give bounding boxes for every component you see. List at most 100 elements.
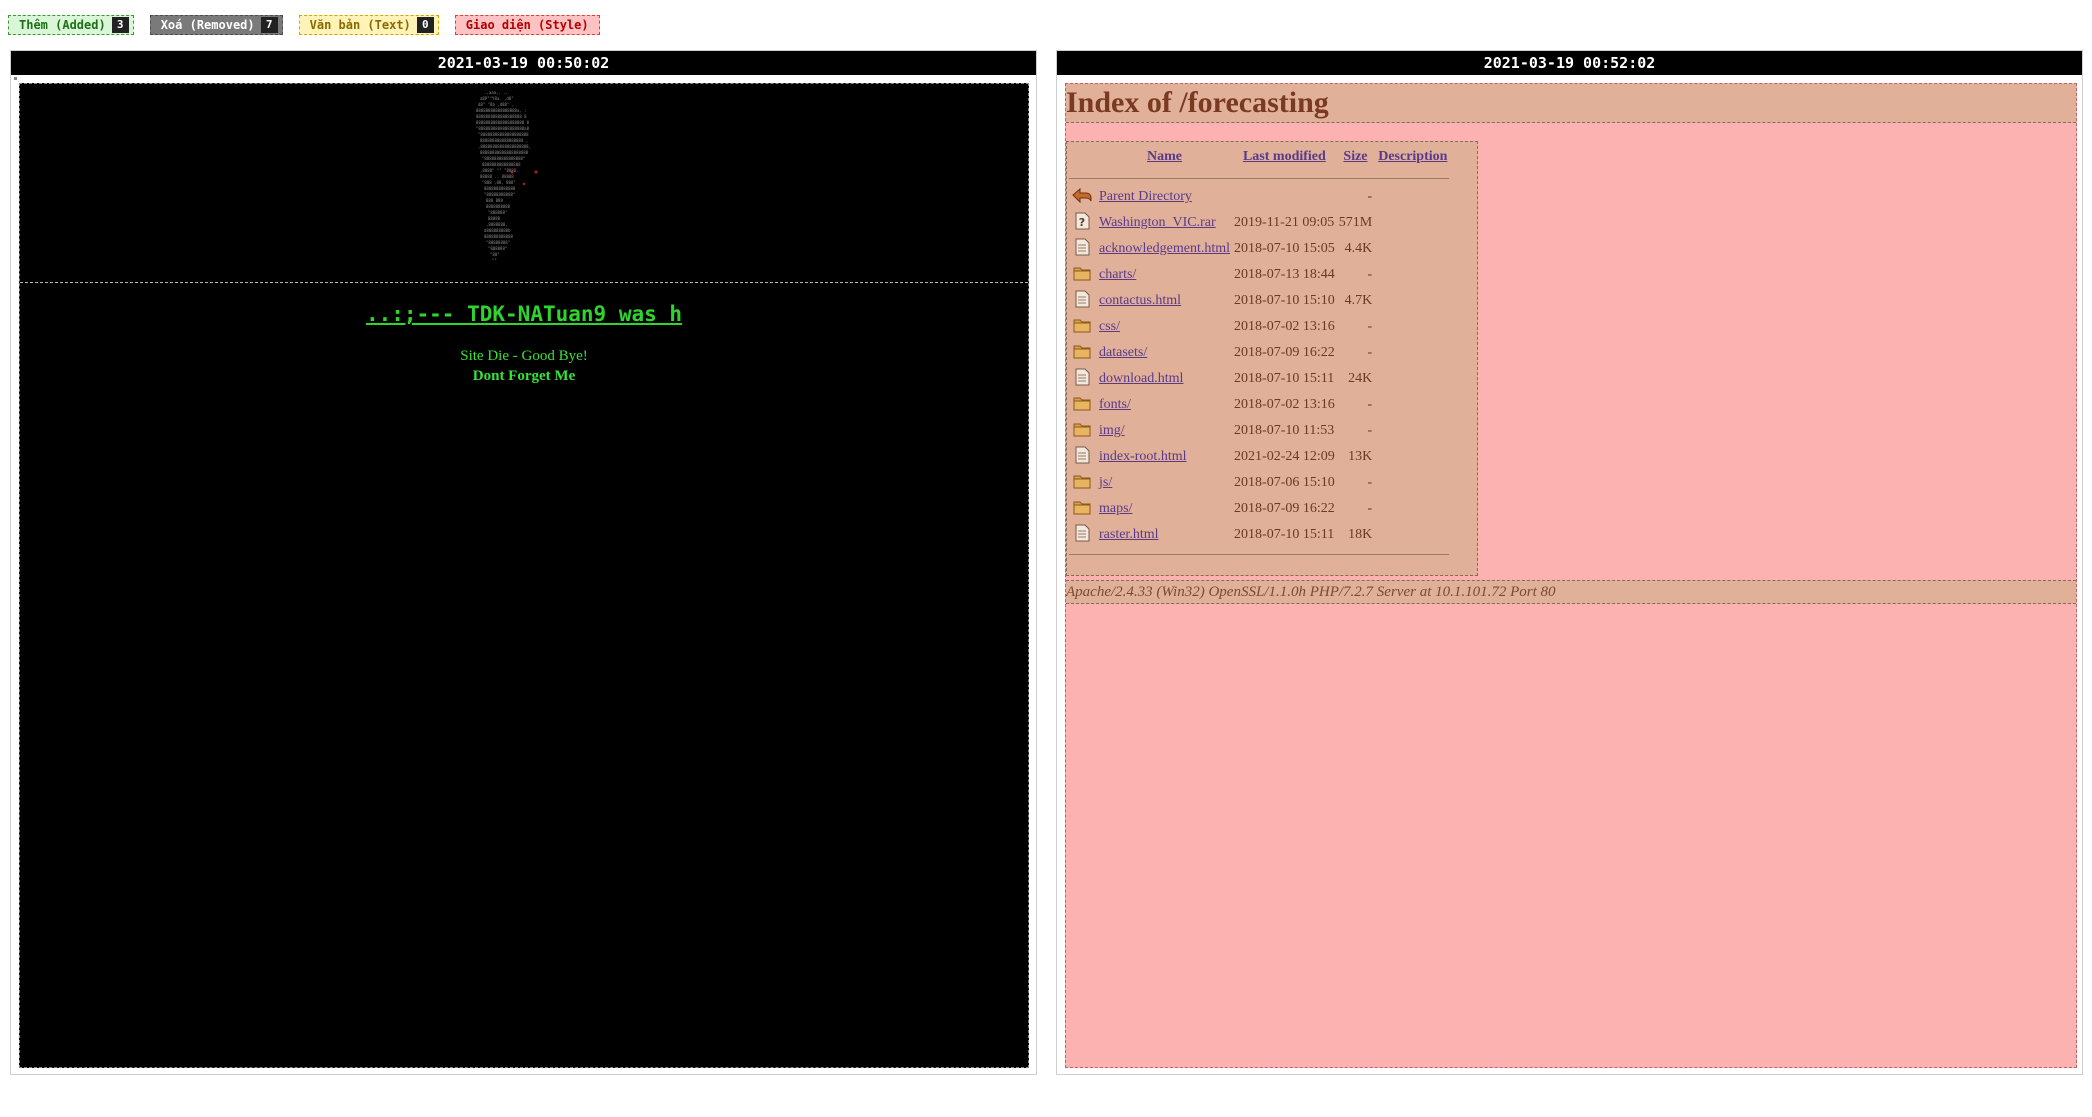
- file-link[interactable]: css/: [1099, 319, 1120, 334]
- svg-text:8888888888888: 8888888888888: [484, 186, 516, 191]
- file-table: Name Last modified Size Description Pare…: [1067, 142, 1451, 560]
- table-row: Parent Directory -: [1067, 184, 1451, 210]
- file-name-cell: download.html: [1097, 366, 1232, 392]
- svg-text:"888 ,88, 888": "888 ,88, 888": [482, 180, 516, 185]
- column-last-modified[interactable]: Last modified: [1232, 142, 1337, 172]
- legend-removed-label: Xoá (Removed): [160, 18, 255, 32]
- svg-text:888888888888888888 ,: 888888888888888888 ,: [480, 138, 528, 143]
- legend-style-badge: Giao diện (Style): [454, 15, 600, 35]
- svg-text:a8P""Y8a. ,d8": a8P""Y8a. ,d8": [480, 96, 514, 101]
- footer-divider-row: [1067, 548, 1451, 560]
- old-page-frame[interactable]: .,aaa,. ., a8P""Y8a. ,d8" d8" "8b ,d88" …: [19, 83, 1029, 1068]
- file-link[interactable]: maps/: [1099, 501, 1132, 516]
- svg-text:"": "": [492, 258, 497, 263]
- folder-icon: [1067, 470, 1097, 496]
- svg-text:"88888888": "88888888": [486, 240, 510, 245]
- description-cell: [1374, 236, 1451, 262]
- file-link[interactable]: Washington_VIC.rar: [1099, 215, 1216, 230]
- legend-text-label: Văn bản (Text): [309, 18, 411, 32]
- file-link[interactable]: contactus.html: [1099, 293, 1181, 308]
- ascii-art-area: .,aaa,. ., a8P""Y8a. ,d8" d8" "8b ,d88" …: [20, 84, 1028, 283]
- corner-marker: [14, 77, 17, 80]
- svg-text:88888: 88888: [488, 216, 501, 221]
- column-name[interactable]: Name: [1097, 142, 1232, 172]
- size-cell: -: [1367, 345, 1373, 360]
- file-link[interactable]: Parent Directory: [1099, 189, 1192, 204]
- svg-text:8888888888888888: 8888888888888888: [482, 162, 521, 167]
- file-link[interactable]: fonts/: [1099, 397, 1131, 412]
- description-cell: [1374, 184, 1451, 210]
- last-modified-cell: 2018-07-13 18:44: [1234, 267, 1335, 282]
- folder-icon: [1067, 496, 1097, 522]
- file-link[interactable]: index-root.html: [1099, 449, 1187, 464]
- snapshot-timestamp-new: 2021-03-19 00:52:02: [1057, 51, 2082, 75]
- size-cell: 13K: [1348, 449, 1373, 464]
- svg-text:"888888": "888888": [488, 246, 507, 251]
- svg-text:?: ?: [1079, 216, 1085, 229]
- table-row: download.html 2018-07-10 15:11 24K: [1067, 366, 1451, 392]
- description-cell: [1374, 418, 1451, 444]
- header-divider: [1069, 177, 1450, 179]
- back-arrow-icon: [1067, 184, 1097, 210]
- page-title: Index of /forecasting: [1066, 84, 2076, 123]
- file-link[interactable]: raster.html: [1099, 527, 1159, 542]
- table-row: raster.html 2018-07-10 15:11 18K: [1067, 522, 1451, 548]
- unknown-file-icon: ?: [1067, 210, 1097, 236]
- text-file-icon: [1067, 522, 1097, 548]
- legend-added-label: Thêm (Added): [19, 18, 106, 32]
- new-page-frame[interactable]: Index of /forecasting Name Last modified…: [1065, 83, 2077, 1068]
- size-cell: -: [1367, 189, 1373, 204]
- file-link[interactable]: img/: [1099, 423, 1125, 438]
- table-row: datasets/2018-07-09 16:22 -: [1067, 340, 1451, 366]
- table-row: css/2018-07-02 13:16 -: [1067, 314, 1451, 340]
- last-modified-cell: 2018-07-10 15:05: [1234, 241, 1335, 256]
- column-description[interactable]: Description: [1374, 142, 1451, 172]
- description-cell: [1374, 470, 1451, 496]
- last-modified-cell: 2018-07-09 16:22: [1234, 345, 1335, 360]
- legend-added-badge: Thêm (Added) 3: [8, 15, 134, 35]
- last-modified-cell: 2018-07-10 11:53: [1234, 423, 1335, 438]
- size-cell: 571M: [1338, 215, 1373, 230]
- icon-column-header: [1067, 142, 1097, 172]
- defacement-message: Site Die - Good Bye!: [460, 348, 588, 364]
- legend-added-count: 3: [111, 17, 129, 33]
- file-link[interactable]: acknowledgement.html: [1099, 241, 1230, 256]
- svg-text:88888888888888888a, :: 88888888888888888a, :: [476, 108, 527, 113]
- file-link[interactable]: charts/: [1099, 267, 1136, 282]
- last-modified-cell: 2018-07-02 13:16: [1234, 319, 1335, 334]
- diff-legend: Thêm (Added) 3 Xoá (Removed) 7 Văn bản (…: [8, 15, 600, 35]
- file-rows: Parent Directory -? Washington_VIC.rar 2019…: [1067, 184, 1451, 548]
- file-link[interactable]: datasets/: [1099, 345, 1147, 360]
- file-link[interactable]: js/: [1099, 475, 1112, 490]
- text-file-icon: [1067, 236, 1097, 262]
- table-row: fonts/2018-07-02 13:16 -: [1067, 392, 1451, 418]
- svg-text:"88": "88": [490, 252, 500, 257]
- column-size[interactable]: Size: [1337, 142, 1374, 172]
- file-link[interactable]: download.html: [1099, 371, 1183, 386]
- last-modified-cell: 2018-07-10 15:11: [1234, 527, 1335, 542]
- description-cell: [1374, 366, 1451, 392]
- description-cell: [1374, 522, 1451, 548]
- description-cell: [1374, 314, 1451, 340]
- svg-text:88888888888888888888 8: 88888888888888888888 8: [476, 120, 530, 125]
- snapshot-timestamp-old: 2021-03-19 00:50:02: [11, 51, 1036, 75]
- table-row: js/2018-07-06 15:10 -: [1067, 470, 1451, 496]
- last-modified-cell: 2018-07-09 16:22: [1234, 501, 1335, 516]
- defacement-title[interactable]: ..:;--- TDK-NATuan9 was h: [20, 302, 1028, 326]
- svg-text:"88888888888": "88888888888": [484, 192, 515, 197]
- svg-text:d888888888b: d888888888b: [484, 228, 511, 233]
- size-cell: -: [1367, 475, 1373, 490]
- footer-divider: [1069, 553, 1450, 555]
- size-cell: 24K: [1348, 371, 1373, 386]
- file-name-cell: fonts/: [1097, 392, 1232, 418]
- svg-text:88888 .. 88888: 88888 .. 88888: [480, 174, 514, 179]
- server-signature: Apache/2.4.33 (Win32) OpenSSL/1.1.0h PHP…: [1066, 580, 2076, 604]
- table-row: acknowledgement.html 2018-07-10 15:05 4.4K: [1067, 236, 1451, 262]
- last-modified-cell: 2021-02-24 12:09: [1234, 449, 1335, 464]
- svg-text:,88888888888888888888,: ,88888888888888888888,: [478, 144, 531, 149]
- legend-removed-badge: Xoá (Removed) 7: [149, 15, 283, 35]
- legend-text-count: 0: [416, 17, 434, 33]
- file-name-cell: img/: [1097, 418, 1232, 444]
- folder-icon: [1067, 262, 1097, 288]
- table-row: charts/2018-07-13 18:44 -: [1067, 262, 1451, 288]
